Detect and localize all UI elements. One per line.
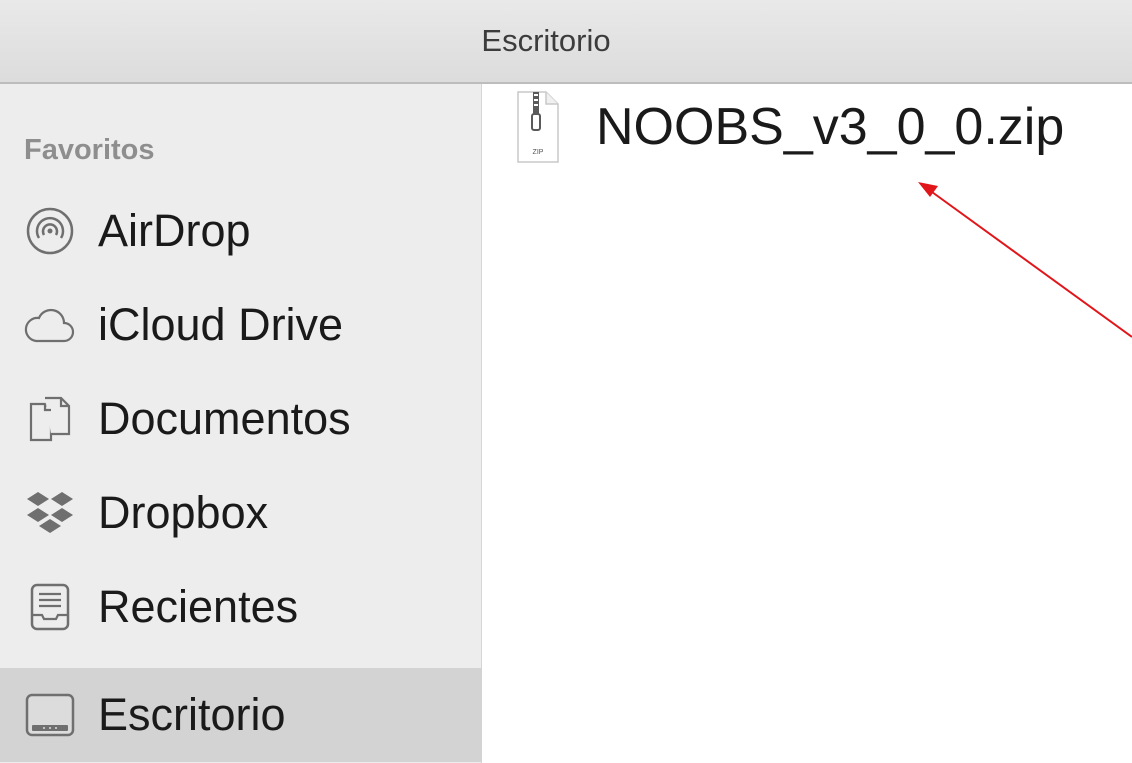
window-title: Escritorio xyxy=(481,23,611,58)
zip-file-icon-label: ZIP xyxy=(533,149,544,156)
sidebar-item-desktop[interactable]: Escritorio xyxy=(0,668,482,762)
cloud-icon xyxy=(24,299,76,351)
sidebar-item-label: Escritorio xyxy=(98,689,286,740)
sidebar-item-recents[interactable]: Recientes xyxy=(0,560,482,654)
file-item-noobs-zip[interactable]: ZIP NOOBS_v3_0_0.zip xyxy=(516,90,1064,164)
sidebar-item-label: Documentos xyxy=(98,393,351,444)
sidebar-item-label: AirDrop xyxy=(98,205,251,256)
sidebar-item-documents[interactable]: Documentos xyxy=(0,372,482,466)
dropbox-icon xyxy=(24,487,76,539)
desktop-icon xyxy=(24,689,76,741)
finder-window: Escritorio Favoritos AirDrop iCloud Driv… xyxy=(0,0,1132,763)
sidebar-section-favorites: Favoritos xyxy=(24,134,155,166)
sidebar: Favoritos AirDrop iCloud Drive Documento… xyxy=(0,84,482,763)
sidebar-item-label: Recientes xyxy=(98,581,299,632)
recents-icon xyxy=(24,581,76,633)
sidebar-item-dropbox[interactable]: Dropbox xyxy=(0,466,482,560)
sidebar-item-airdrop[interactable]: AirDrop xyxy=(0,184,482,278)
sidebar-item-label: Dropbox xyxy=(98,487,269,538)
window-titlebar[interactable]: Escritorio xyxy=(0,0,1132,84)
sidebar-item-label: iCloud Drive xyxy=(98,299,344,350)
file-name: NOOBS_v3_0_0.zip xyxy=(596,98,1065,156)
airdrop-icon xyxy=(24,205,76,257)
sidebar-item-icloud-drive[interactable]: iCloud Drive xyxy=(0,278,482,372)
file-list: ZIP NOOBS_v3_0_0.zip xyxy=(482,84,1132,763)
documents-icon xyxy=(24,393,76,445)
zip-file-icon: ZIP xyxy=(516,90,560,164)
